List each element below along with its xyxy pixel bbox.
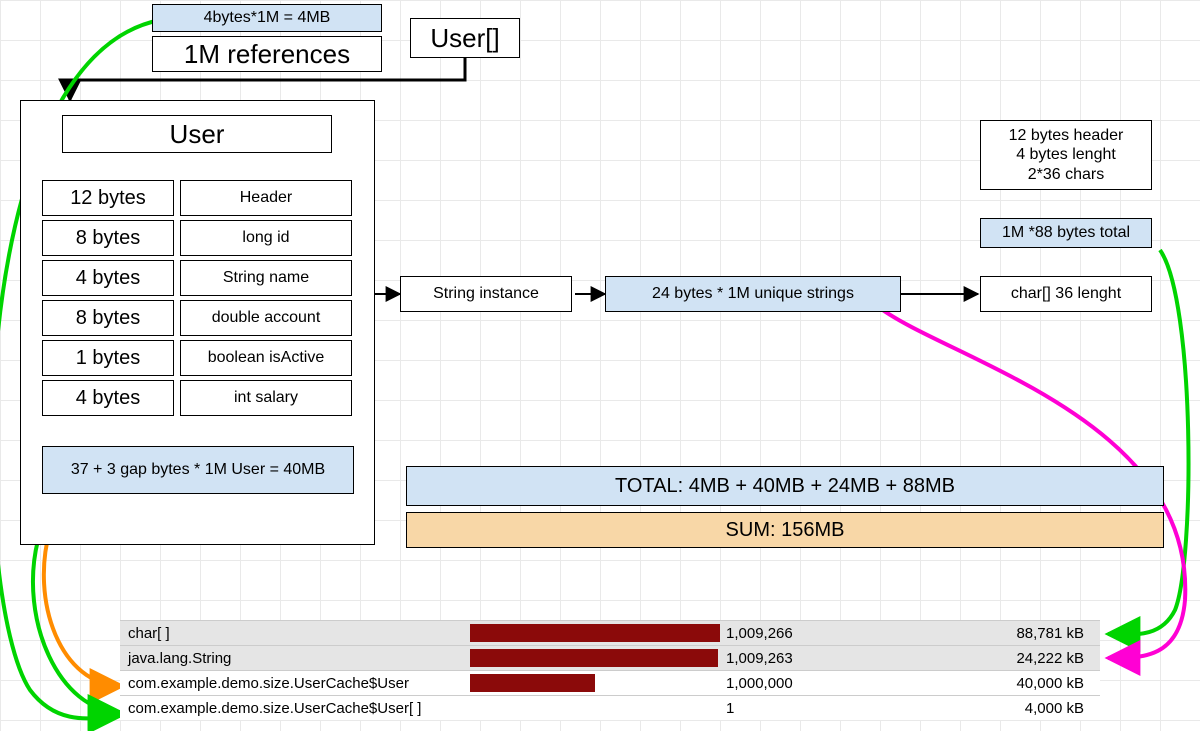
row-count: 1	[720, 700, 870, 717]
row-name: com.example.demo.size.UserCache$User[ ]	[120, 700, 470, 717]
row-count: 1,009,263	[720, 650, 870, 667]
row-bytes-1: 8 bytes	[42, 220, 174, 256]
total-breakdown: TOTAL: 4MB + 40MB + 24MB + 88MB	[406, 466, 1164, 506]
row-size: 40,000 kB	[870, 675, 1100, 692]
row-bytes-3: 8 bytes	[42, 300, 174, 336]
profile-table: char[ ] 1,009,266 88,781 kB java.lang.St…	[120, 620, 1100, 720]
row-label-0: Header	[180, 180, 352, 216]
user-title: User	[62, 115, 332, 153]
char-total: 1M *88 bytes total	[980, 218, 1152, 248]
table-row: char[ ] 1,009,266 88,781 kB	[120, 620, 1100, 645]
char-header-l3: 2*36 chars	[1028, 165, 1105, 184]
row-label-5: int salary	[180, 380, 352, 416]
row-label-2: String name	[180, 260, 352, 296]
bar	[470, 649, 718, 667]
row-bytes-4: 1 bytes	[42, 340, 174, 376]
string-calc: 24 bytes * 1M unique strings	[605, 276, 901, 312]
table-row: java.lang.String 1,009,263 24,222 kB	[120, 645, 1100, 670]
char-header-l1: 12 bytes header	[1009, 126, 1124, 145]
refs-calc: 4bytes*1M = 4MB	[152, 4, 382, 32]
row-label-3: double account	[180, 300, 352, 336]
table-row: com.example.demo.size.UserCache$User 1,0…	[120, 670, 1100, 695]
char-header-info: 12 bytes header 4 bytes lenght 2*36 char…	[980, 120, 1152, 190]
row-bytes-5: 4 bytes	[42, 380, 174, 416]
user-array-label: User[]	[410, 18, 520, 58]
char-array-label: char[] 36 lenght	[980, 276, 1152, 312]
row-size: 88,781 kB	[870, 625, 1100, 642]
total-sum: SUM: 156MB	[406, 512, 1164, 548]
bar	[470, 674, 595, 692]
row-count: 1,009,266	[720, 625, 870, 642]
row-barcell	[470, 696, 720, 720]
row-barcell	[470, 646, 720, 670]
bar	[470, 624, 720, 642]
row-name: com.example.demo.size.UserCache$User	[120, 675, 470, 692]
refs-label: 1M references	[152, 36, 382, 72]
row-count: 1,000,000	[720, 675, 870, 692]
row-bytes-2: 4 bytes	[42, 260, 174, 296]
row-label-1: long id	[180, 220, 352, 256]
row-size: 24,222 kB	[870, 650, 1100, 667]
row-bytes-0: 12 bytes	[42, 180, 174, 216]
char-header-l2: 4 bytes lenght	[1016, 145, 1116, 164]
row-name: java.lang.String	[120, 650, 470, 667]
string-instance: String instance	[400, 276, 572, 312]
row-label-4: boolean isActive	[180, 340, 352, 376]
row-size: 4,000 kB	[870, 700, 1100, 717]
table-row: com.example.demo.size.UserCache$User[ ] …	[120, 695, 1100, 720]
row-name: char[ ]	[120, 625, 470, 642]
row-barcell	[470, 671, 720, 695]
row-barcell	[470, 621, 720, 645]
user-total: 37 + 3 gap bytes * 1M User = 40MB	[42, 446, 354, 494]
